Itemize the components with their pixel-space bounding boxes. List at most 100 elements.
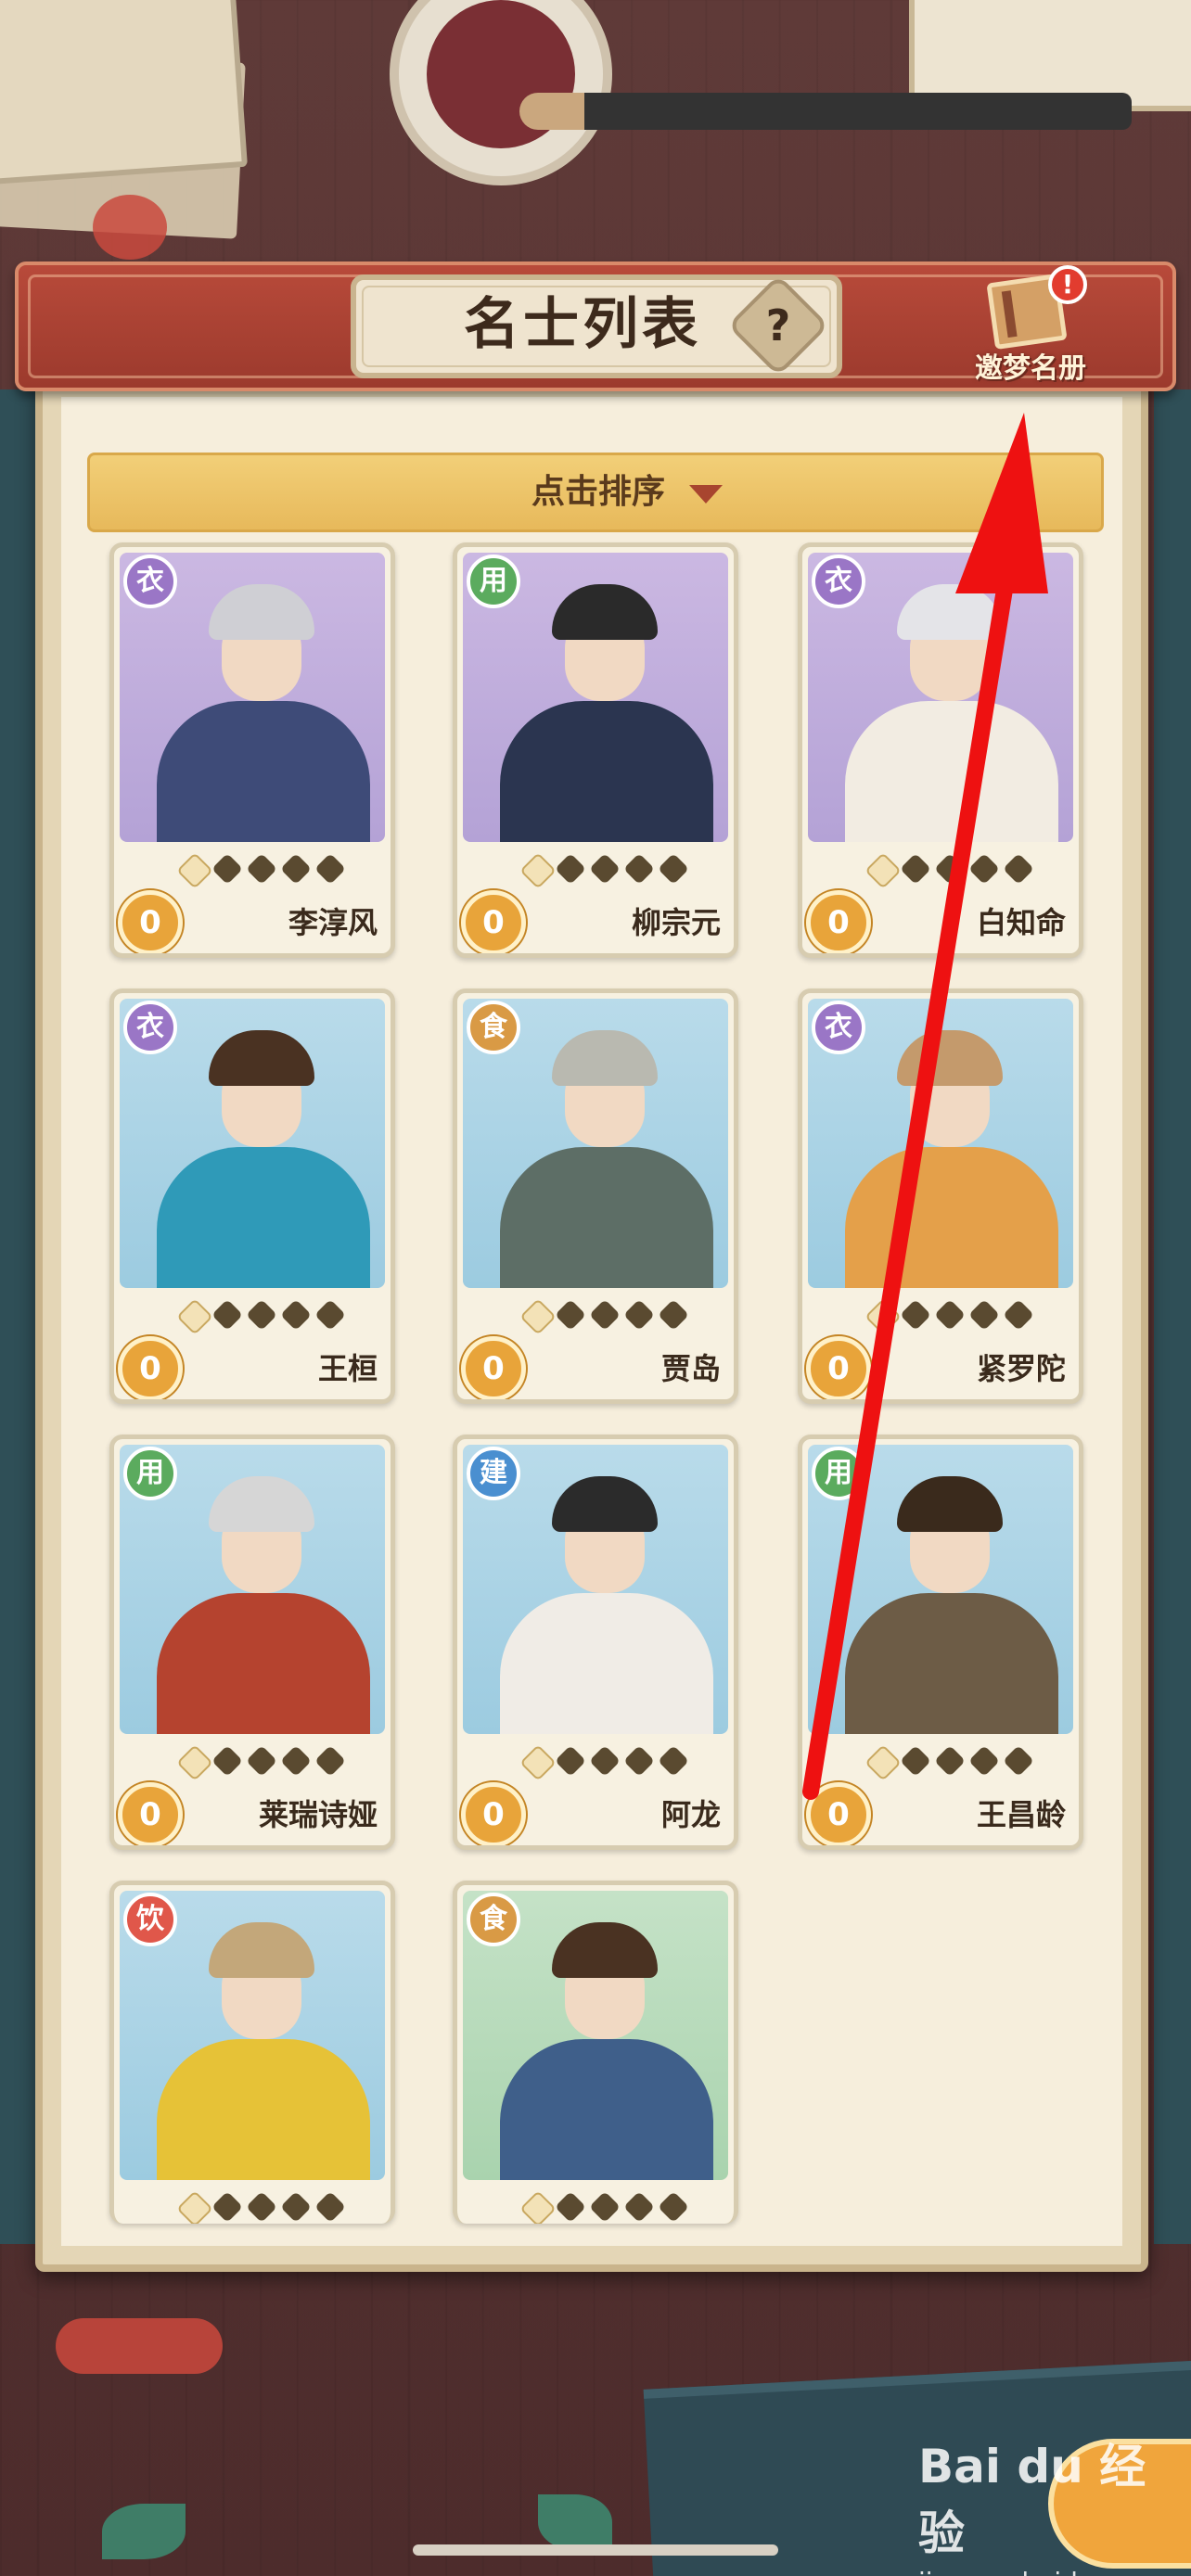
star-icon [900,853,931,885]
star-icon [623,1745,655,1777]
level-coin: 0 [118,1336,183,1399]
desk-ornament-decoration [56,2318,223,2374]
type-badge: 衣 [123,1001,177,1054]
type-badge: 衣 [812,1001,865,1054]
scholar-card[interactable]: 用 0 柳宗元 [453,542,738,958]
figure-hair [209,1922,314,1978]
star-rating [520,2191,724,2224]
star-rating [865,1745,1069,1779]
star-icon [658,1299,689,1331]
star-icon [314,853,346,885]
scholar-name: 阿龙 [660,1797,721,1832]
star-icon [211,1299,243,1331]
scholar-card[interactable]: 食 0 贾岛 [453,988,738,1404]
star-icon [280,1745,312,1777]
scholar-card[interactable]: 衣 0 紧罗陀 [798,988,1083,1404]
star-icon [280,853,312,885]
star-rating [177,2191,381,2224]
star-icon [1003,853,1034,885]
figure-body [845,1147,1058,1288]
scholar-name: 王桓 [317,1351,378,1386]
scholar-card[interactable]: 用 0 王昌龄 [798,1435,1083,1850]
star-icon [623,853,655,885]
scholar-card[interactable]: 用 0 莱瑞诗娅 [109,1435,395,1850]
star-rating [520,853,724,886]
scholar-card[interactable]: 衣 0 李淳风 [109,542,395,958]
scholar-card[interactable]: 衣 0 王桓 [109,988,395,1404]
type-badge: 衣 [123,555,177,608]
level-coin: 0 [806,1782,871,1845]
type-badge: 建 [467,1447,520,1500]
star-icon [177,1299,209,1331]
level-coin: 0 [461,1782,526,1845]
level-coin: 0 [806,1336,871,1399]
scholar-name: 王昌龄 [976,1797,1066,1832]
type-badge: 用 [123,1447,177,1500]
star-icon [865,1745,897,1777]
figure-body [157,701,370,842]
star-icon [555,2191,586,2223]
star-icon [589,1299,621,1331]
star-icon [280,1299,312,1331]
star-rating [177,853,381,886]
scholar-card[interactable]: 衣 0 白知命 [798,542,1083,958]
star-icon [968,1299,1000,1331]
home-indicator[interactable] [413,2544,778,2556]
star-icon [555,1745,586,1777]
star-icon [934,853,966,885]
scholar-card[interactable]: 饮 [109,1881,395,2224]
star-icon [865,853,897,885]
star-icon [1003,1299,1034,1331]
star-icon [865,1299,897,1331]
star-icon [658,2191,689,2223]
scholar-card[interactable]: 建 0 阿龙 [453,1435,738,1850]
star-icon [177,853,209,885]
cloth-decoration [1154,389,1191,2244]
figure-hair [209,584,314,640]
scholar-name: 莱瑞诗娅 [258,1797,378,1832]
figure-hair [209,1476,314,1532]
star-icon [177,1745,209,1777]
star-icon [211,853,243,885]
star-icon [555,1299,586,1331]
star-icon [968,1745,1000,1777]
scholar-card[interactable]: 食 [453,1881,738,2224]
star-icon [520,1745,552,1777]
star-icon [589,2191,621,2223]
type-badge: 用 [812,1447,865,1500]
figure-hair [552,1030,658,1086]
star-icon [520,2191,552,2223]
leaf-decoration [538,2494,612,2550]
watermark-url: jingyan.baidu.com [918,2567,1191,2576]
figure-hair [897,1476,1003,1532]
help-icon[interactable]: ? [742,289,814,362]
scholar-name: 贾岛 [660,1351,721,1386]
star-rating [177,1299,381,1333]
star-icon [314,1745,346,1777]
brush-decoration [519,93,1132,130]
triangle-down-icon [689,485,723,504]
star-icon [658,853,689,885]
star-rating [865,1299,1069,1333]
type-badge: 用 [467,555,520,608]
figure-body [157,1593,370,1734]
dream-roster-label: 邀梦名册 [975,352,1086,385]
type-badge: 饮 [123,1893,177,1946]
figure-hair [209,1030,314,1086]
alert-badge: ! [1048,265,1087,304]
star-rating [520,1745,724,1779]
star-icon [589,1745,621,1777]
figure-body [500,1147,713,1288]
type-badge: 食 [467,1893,520,1946]
star-icon [623,1299,655,1331]
cloth-decoration [0,389,37,2244]
star-icon [520,853,552,885]
type-badge: 食 [467,1001,520,1054]
star-icon [900,1299,931,1331]
sort-button[interactable]: 点击排序 [87,453,1104,532]
star-icon [246,2191,277,2223]
star-rating [177,1745,381,1779]
figure-hair [552,1922,658,1978]
star-icon [968,853,1000,885]
scholar-name: 白知命 [976,905,1066,940]
